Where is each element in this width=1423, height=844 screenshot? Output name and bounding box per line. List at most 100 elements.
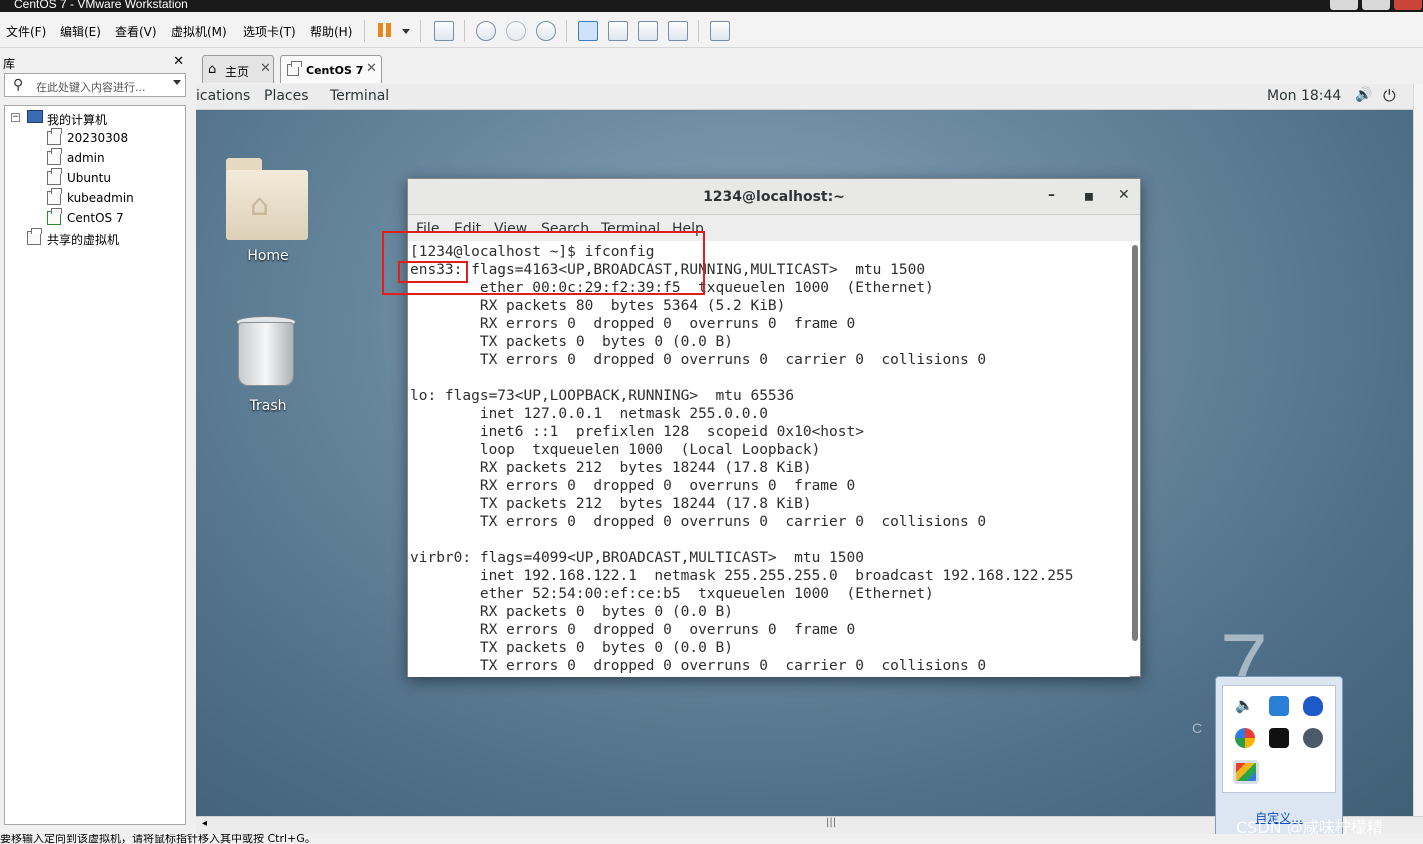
menu-view[interactable]: 查看(V) [115,23,157,40]
camera-icon[interactable] [1303,728,1323,748]
terminal-titlebar[interactable]: 1234@localhost:~ – ◼ ✕ [408,179,1140,215]
close-icon[interactable]: ✕ [1118,187,1130,203]
terminal-app-menu[interactable]: Terminal [330,88,389,104]
power-dropdown-icon[interactable] [402,29,410,34]
terminal-line: RX packets 0 bytes 0 (0.0 B) [410,604,734,620]
scroll-grip-icon[interactable]: ||| [826,817,836,828]
close-window-button[interactable] [1394,0,1422,10]
vm-icon [47,148,62,165]
terminal-line: RX errors 0 dropped 0 overruns 0 frame 0 [410,316,856,332]
home-icon: ⌂ [250,188,270,223]
folder-body: ⌂ [226,170,308,240]
terminal-line: loop txqueuelen 1000 (Local Loopback) [410,442,821,458]
terminal-line: RX packets 212 bytes 18244 (17.8 KiB) [410,460,812,476]
tree-item-shared-vms[interactable]: 共享的虚拟机 [25,228,185,248]
collapse-icon[interactable]: − [11,113,20,122]
power-icon[interactable]: ⏻ [1383,86,1396,106]
terminal-line: inet 192.168.122.1 netmask 255.255.255.0… [410,568,1074,584]
terminal-line: TX packets 0 bytes 0 (0.0 B) [410,334,734,350]
pinwheel-icon[interactable] [1235,728,1255,748]
terminal-output[interactable]: [1234@localhost ~]$ ifconfig ens33: flags… [408,241,1130,677]
vm-label: kubeadmin [67,191,134,205]
terminal-line: TX errors 0 dropped 0 overruns 0 carrier… [410,514,987,530]
chevron-down-icon[interactable] [173,80,181,85]
places-menu[interactable]: Places [264,88,309,104]
terminal-line: virbr0: flags=4099<UP,BROADCAST,MULTICAS… [410,550,864,566]
applications-menu[interactable]: ications [196,88,250,104]
tab-strip: ⌂ 主页 ✕ CentOS 7 ✕ [196,48,1423,84]
search-placeholder: 在此处键入内容进行... [36,81,146,94]
vm-label: Ubuntu [67,171,111,185]
clock[interactable]: Mon 18:44 [1267,88,1341,104]
tray-icons-area: 🔈 [1222,685,1336,793]
library-tree: − 我的计算机 20230308 admin Ubuntu kubeadmin … [4,105,186,825]
snapshot-icon[interactable] [476,21,496,41]
unity-icon[interactable] [668,21,688,41]
app-grid-icon[interactable] [1233,760,1259,784]
pause-icon[interactable] [378,22,394,40]
library-panel: 库 ✕ ⚲ 在此处键入内容进行... − 我的计算机 20230308 admi… [0,48,194,844]
menu-help[interactable]: 帮助(H) [310,23,352,40]
shield-icon[interactable] [1303,696,1323,716]
terminal-line: TX errors 0 dropped 0 overruns 0 carrier… [410,658,987,674]
send-ctrl-alt-del-icon[interactable] [434,21,454,41]
tree-item-my-computer[interactable]: − 我的计算机 [9,108,179,128]
vm-label: CentOS 7 [67,211,124,225]
menu-edit[interactable]: 编辑(E) [60,23,101,40]
trash-body [238,322,294,386]
library-search-input[interactable]: ⚲ 在此处键入内容进行... [4,73,186,97]
menu-vm[interactable]: 虚拟机(M) [171,23,227,40]
tree-label-my-computer: 我的计算机 [47,113,108,127]
minimize-button[interactable] [1330,0,1358,10]
terminal-line: inet6 ::1 prefixlen 128 scopeid 0x10<hos… [410,424,864,440]
shared-vm-icon [27,228,42,245]
vm-label: admin [67,151,105,165]
vm-label: 20230308 [67,131,129,145]
revert-snapshot-icon[interactable] [506,21,526,41]
vm-icon [47,188,62,205]
terminal-line: RX errors 0 dropped 0 overruns 0 frame 0 [410,478,856,494]
maximize-button[interactable] [1362,0,1390,10]
thumbnail-bar-icon[interactable] [608,21,628,41]
volume-icon[interactable]: 🔊 [1355,87,1372,103]
tree-item-vm[interactable]: Ubuntu [45,168,185,188]
scroll-left-icon[interactable]: ◂ [202,818,207,829]
terminal-window[interactable]: 1234@localhost:~ – ◼ ✕ File Edit View Se… [382,178,1141,677]
close-icon[interactable]: ✕ [260,61,271,76]
library-title: 库 [3,57,16,71]
network-icon[interactable] [1269,696,1289,716]
terminal-line: TX packets 212 bytes 18244 (17.8 KiB) [410,496,812,512]
tab-home[interactable]: ⌂ 主页 ✕ [202,55,274,83]
desktop-icon-trash[interactable]: Trash [216,306,320,426]
library-close-button[interactable]: ✕ [173,54,184,69]
minimize-icon[interactable]: – [1048,187,1055,203]
terminal-line: inet 127.0.0.1 netmask 255.0.0.0 [410,406,768,422]
menu-tabs[interactable]: 选项卡(T) [243,23,296,40]
maximize-icon[interactable]: ◼ [1084,189,1094,203]
speaker-icon[interactable]: 🔈 [1235,696,1255,716]
tree-item-vm[interactable]: 20230308 [45,128,185,148]
tree-item-vm[interactable]: admin [45,148,185,168]
tree-label-shared: 共享的虚拟机 [47,233,120,247]
tab-label: 主页 [225,65,250,79]
tiktok-icon[interactable] [1269,728,1289,748]
terminal-line: TX errors 0 dropped 0 overruns 0 carrier… [410,352,987,368]
highlight-box-interface [398,261,468,283]
tab-centos[interactable]: CentOS 7 ✕ [280,55,382,83]
vertical-scrollbar[interactable] [1413,84,1423,816]
close-icon[interactable]: ✕ [366,61,377,76]
vm-icon [287,61,302,76]
trash-label: Trash [249,398,287,414]
menu-file[interactable]: 文件(F) [6,23,46,40]
tree-item-vm-selected[interactable]: CentOS 7 [45,208,185,228]
tree-item-vm[interactable]: kubeadmin [45,188,185,208]
vm-running-icon [47,208,62,225]
show-library-icon[interactable] [578,21,598,41]
desktop-icon-home[interactable]: ⌂ Home [216,150,320,270]
snapshot-manager-icon[interactable] [536,21,556,41]
status-text: 要移输入定向到该虚拟机，请将鼠标指针移入其中或按 Ctrl+G。 [0,834,316,844]
terminal-scrollbar[interactable] [1132,245,1138,641]
full-screen-icon[interactable] [638,21,658,41]
home-icon: ⌂ [208,62,217,77]
console-view-icon[interactable] [710,21,730,41]
